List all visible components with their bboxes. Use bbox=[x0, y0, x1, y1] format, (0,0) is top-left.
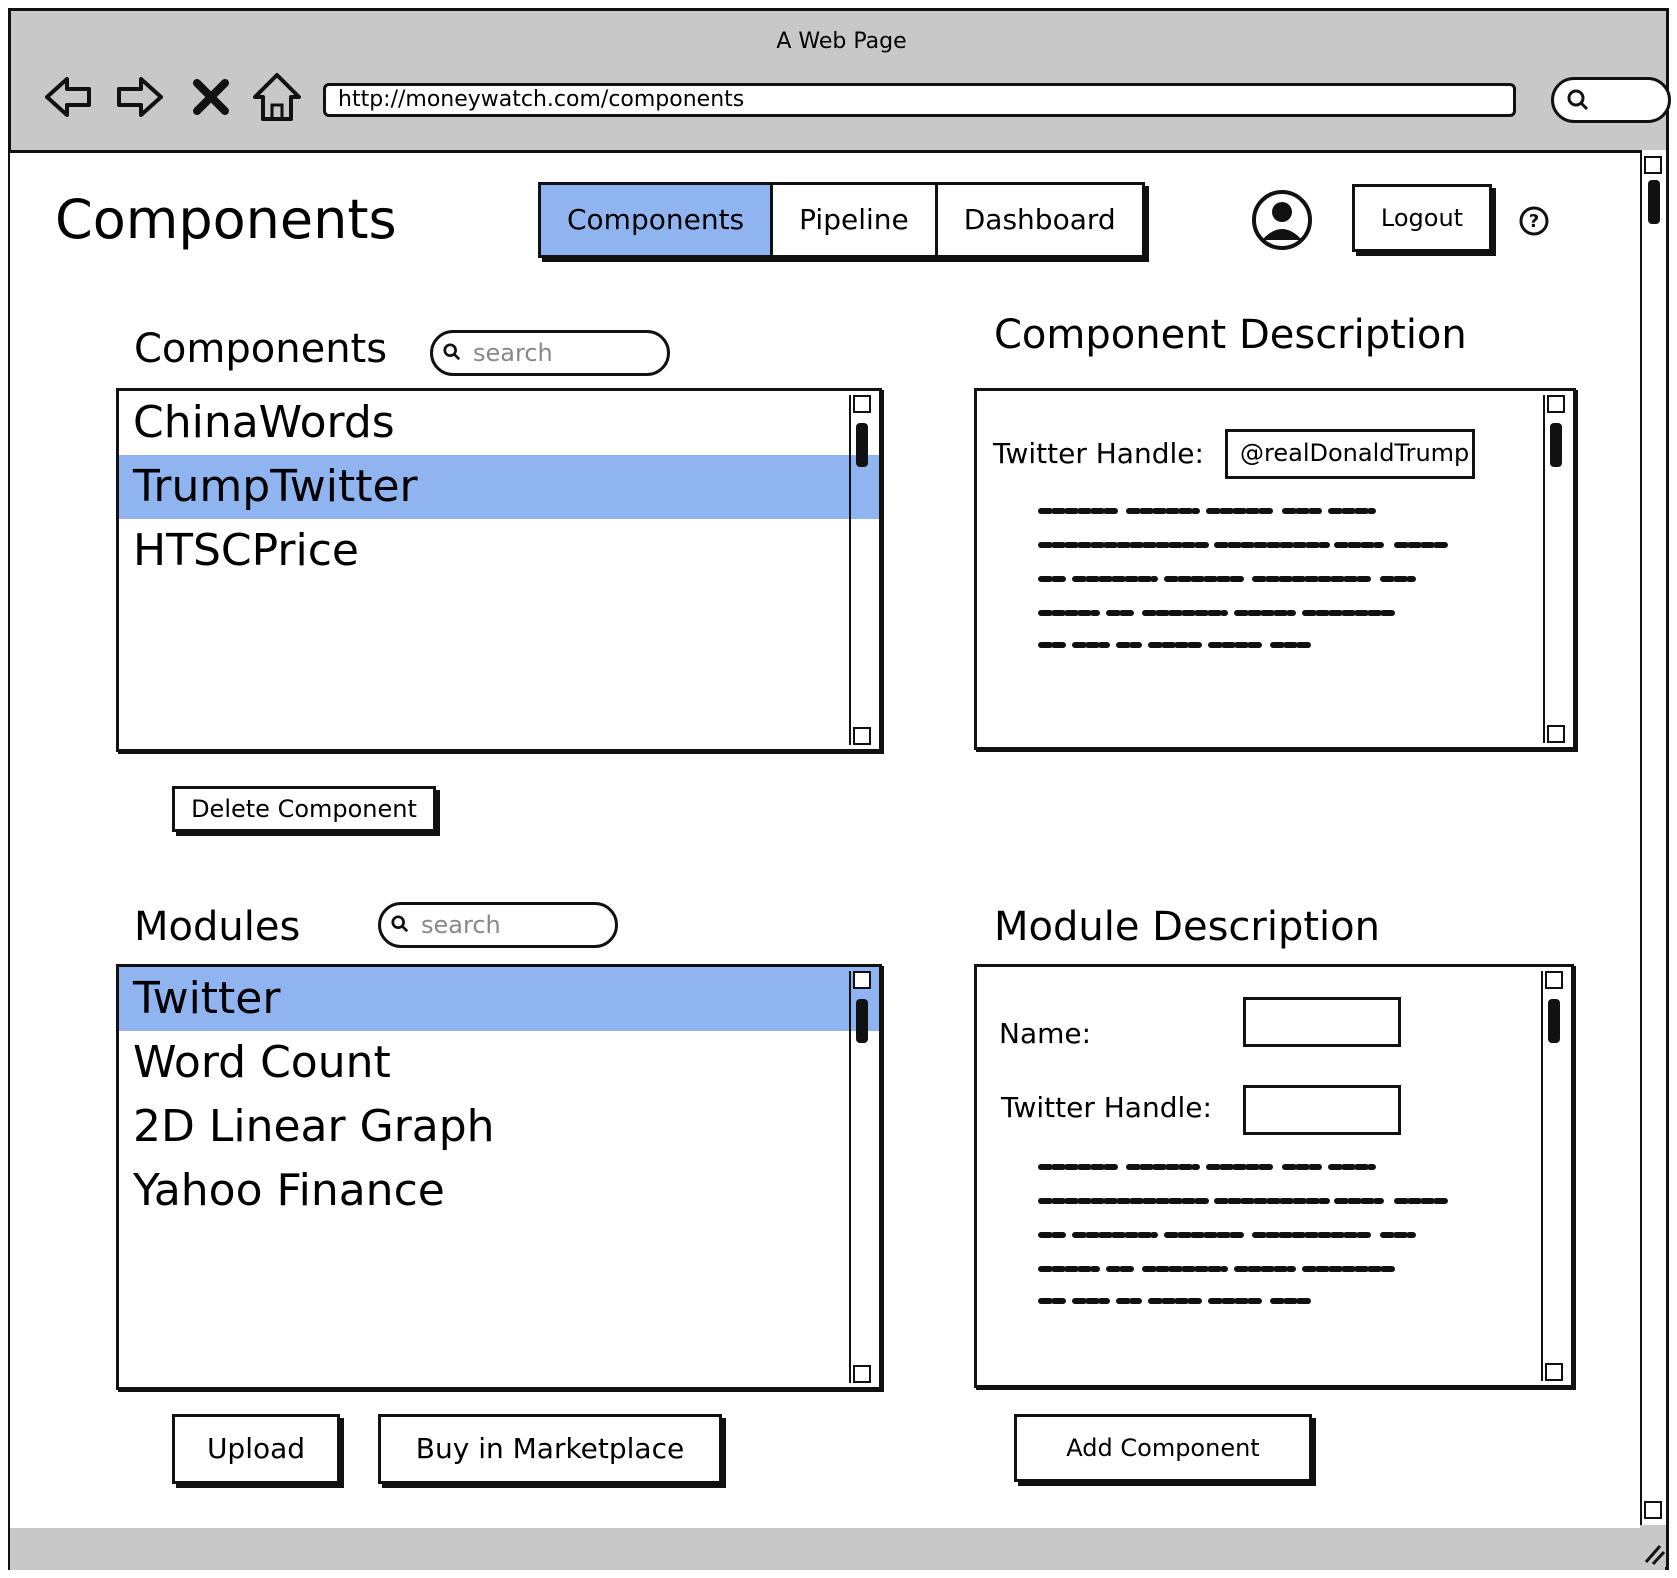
name-label: Name: bbox=[999, 1017, 1092, 1050]
component-description-panel: Twitter Handle: @realDonaldTrump bbox=[974, 388, 1576, 750]
list-item[interactable]: Word Count bbox=[119, 1031, 879, 1095]
address-bar[interactable]: http://moneywatch.com/components bbox=[323, 83, 1516, 117]
tab-components[interactable]: Components bbox=[541, 185, 774, 255]
tab-pipeline[interactable]: Pipeline bbox=[773, 185, 938, 255]
scroll-up-icon[interactable] bbox=[1545, 971, 1563, 989]
logout-button[interactable]: Logout bbox=[1352, 184, 1492, 252]
modules-list: Twitter Word Count 2D Linear Graph Yahoo… bbox=[116, 964, 882, 1390]
tab-dashboard[interactable]: Dashboard bbox=[937, 185, 1142, 255]
components-title: Components bbox=[134, 326, 388, 372]
description-scrollbar[interactable] bbox=[1543, 395, 1569, 743]
scroll-up-icon[interactable] bbox=[853, 971, 871, 989]
twitter-handle-value[interactable]: @realDonaldTrump bbox=[1225, 429, 1475, 479]
help-icon[interactable]: ? bbox=[1518, 205, 1550, 237]
upload-button[interactable]: Upload bbox=[172, 1414, 340, 1484]
list-item[interactable]: Yahoo Finance bbox=[119, 1159, 879, 1223]
list-item-selected[interactable]: Twitter bbox=[119, 967, 879, 1031]
status-bar bbox=[10, 1528, 1665, 1570]
placeholder-text bbox=[1038, 508, 1450, 648]
list-scrollbar[interactable] bbox=[849, 395, 875, 745]
svg-text:?: ? bbox=[1529, 211, 1539, 232]
scroll-thumb[interactable] bbox=[856, 999, 868, 1043]
list-scrollbar[interactable] bbox=[849, 971, 875, 1383]
buy-marketplace-button[interactable]: Buy in Marketplace bbox=[378, 1414, 722, 1484]
page-title: Components bbox=[55, 188, 397, 251]
scroll-down-icon[interactable] bbox=[1545, 1363, 1563, 1381]
add-component-button[interactable]: Add Component bbox=[1014, 1414, 1312, 1482]
list-item[interactable]: 2D Linear Graph bbox=[119, 1095, 879, 1159]
forward-icon[interactable] bbox=[111, 69, 167, 125]
delete-component-button[interactable]: Delete Component bbox=[172, 786, 436, 832]
list-item-selected[interactable]: TrumpTwitter bbox=[119, 455, 879, 519]
name-input[interactable] bbox=[1243, 997, 1401, 1047]
window-title: A Web Page bbox=[776, 29, 907, 54]
scroll-up-icon[interactable] bbox=[1547, 395, 1565, 413]
component-description-title: Component Description bbox=[994, 312, 1467, 358]
twitter-handle-label: Twitter Handle: bbox=[1001, 1091, 1212, 1124]
back-icon[interactable] bbox=[41, 69, 97, 125]
module-description-title: Module Description bbox=[994, 904, 1380, 950]
scroll-down-icon[interactable] bbox=[853, 727, 871, 745]
scroll-thumb[interactable] bbox=[1548, 999, 1560, 1043]
scroll-thumb[interactable] bbox=[856, 423, 868, 467]
home-icon[interactable] bbox=[249, 69, 305, 125]
main-tabs: Components Pipeline Dashboard bbox=[538, 182, 1145, 258]
search-icon bbox=[443, 343, 461, 361]
module-description-panel: Name: Twitter Handle: bbox=[974, 964, 1574, 1388]
browser-search[interactable] bbox=[1551, 77, 1671, 123]
components-search-input[interactable]: search bbox=[430, 330, 670, 376]
modules-title: Modules bbox=[134, 904, 301, 950]
scroll-thumb[interactable] bbox=[1550, 423, 1562, 467]
search-icon bbox=[391, 915, 409, 933]
placeholder-text bbox=[1038, 1164, 1450, 1304]
avatar-icon[interactable] bbox=[1250, 188, 1314, 252]
components-list: ChinaWords TrumpTwitter HTSCPrice bbox=[116, 388, 882, 752]
twitter-handle-input[interactable] bbox=[1243, 1085, 1401, 1135]
page-scrollbar[interactable] bbox=[1640, 150, 1666, 1525]
list-item[interactable]: ChinaWords bbox=[119, 391, 879, 455]
resize-grip-icon[interactable] bbox=[1640, 1540, 1666, 1566]
list-item[interactable]: HTSCPrice bbox=[119, 519, 879, 583]
description-scrollbar[interactable] bbox=[1541, 971, 1567, 1381]
modules-search-input[interactable]: search bbox=[378, 902, 618, 948]
twitter-handle-label: Twitter Handle: bbox=[993, 437, 1204, 470]
search-icon bbox=[1567, 89, 1589, 111]
scroll-down-icon[interactable] bbox=[1547, 725, 1565, 743]
scroll-down-icon[interactable] bbox=[853, 1365, 871, 1383]
close-icon[interactable] bbox=[183, 69, 239, 125]
scroll-up-icon[interactable] bbox=[853, 395, 871, 413]
